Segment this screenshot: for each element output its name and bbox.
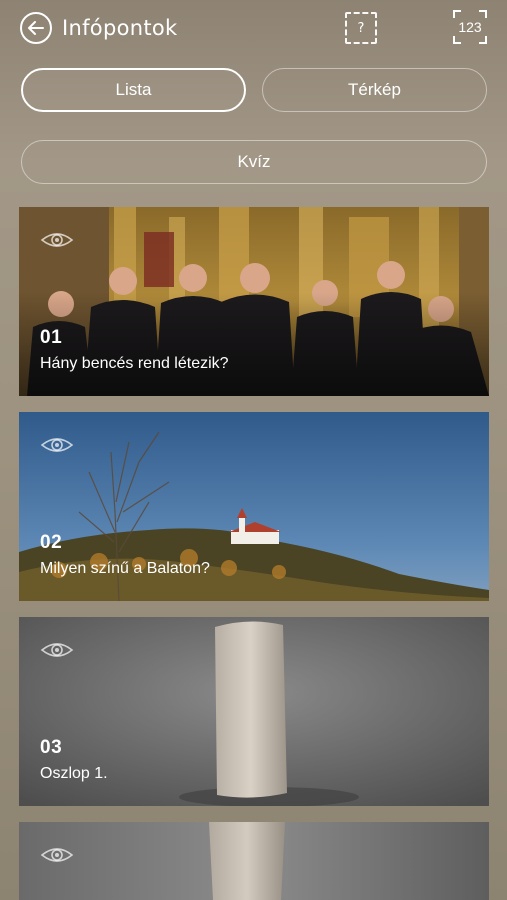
eye-icon	[40, 848, 74, 862]
info-card[interactable]	[19, 822, 489, 900]
card-title: Milyen színű a Balaton?	[40, 560, 210, 577]
card-title: Oszlop 1.	[40, 765, 108, 782]
tab-list[interactable]: Lista	[21, 68, 246, 112]
number-input-button[interactable]: 123	[453, 10, 487, 44]
eye-icon	[40, 233, 74, 247]
tab-map-label: Térkép	[348, 80, 401, 99]
eye-icon	[40, 643, 74, 657]
arrow-left-circle-icon	[20, 12, 52, 44]
card-number: 02	[40, 532, 63, 553]
eye-icon	[40, 438, 74, 452]
quiz-button[interactable]: Kvíz	[21, 140, 487, 184]
card-number: 03	[40, 737, 63, 758]
corner-mark	[453, 10, 461, 18]
tab-list-label: Lista	[115, 80, 152, 99]
card-title: Hány bencés rend létezik?	[40, 355, 229, 372]
card-number: 01	[40, 327, 63, 348]
help-button[interactable]: ?	[345, 12, 377, 44]
card-image	[19, 822, 489, 900]
quiz-label: Kvíz	[237, 152, 271, 171]
page-title: Infópontok	[62, 16, 178, 40]
info-card[interactable]: 01 Hány bencés rend létezik?	[19, 207, 489, 396]
help-label: ?	[357, 20, 365, 36]
header-bar: Infópontok ? 123	[0, 0, 507, 56]
corner-mark	[479, 36, 487, 44]
info-card[interactable]: 03 Oszlop 1.	[19, 617, 489, 806]
info-card[interactable]: 02 Milyen színű a Balaton?	[19, 412, 489, 601]
back-button[interactable]: Infópontok	[20, 12, 177, 44]
number-label: 123	[458, 19, 482, 35]
corner-mark	[453, 36, 461, 44]
corner-mark	[479, 10, 487, 18]
tab-map[interactable]: Térkép	[262, 68, 487, 112]
